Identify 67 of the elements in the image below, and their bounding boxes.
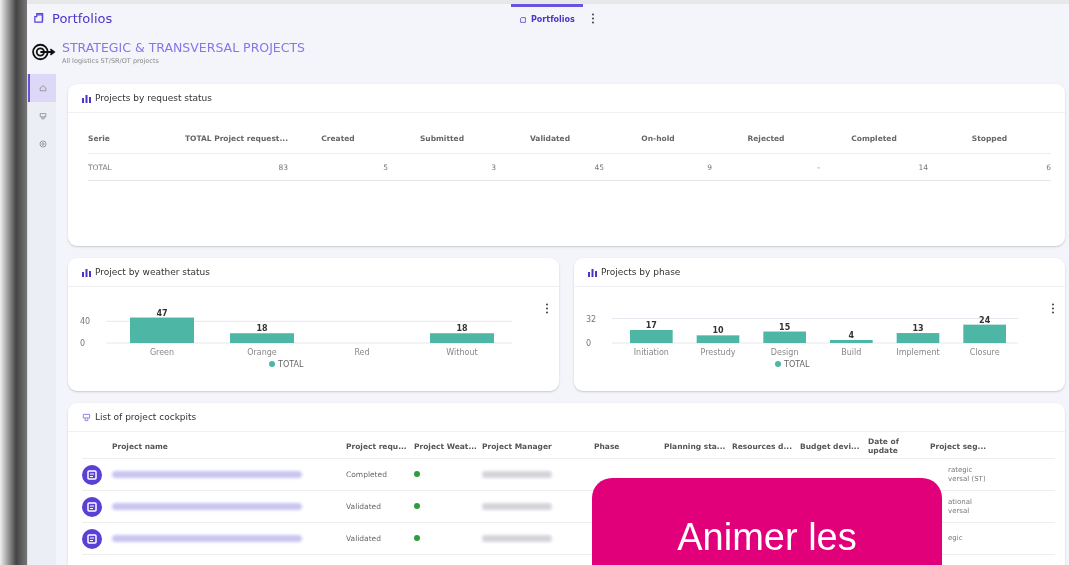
bar xyxy=(763,331,806,343)
bar xyxy=(963,324,1006,343)
blurred-link[interactable] xyxy=(112,535,302,542)
bar xyxy=(230,333,294,343)
app-title: Portfolios xyxy=(52,10,113,26)
card-title: Projects by request status xyxy=(95,93,212,103)
bar-chart-icon xyxy=(82,93,91,103)
category-label: Design xyxy=(770,348,799,357)
axis-tick: 32 xyxy=(586,314,597,324)
card-title: Projects by phase xyxy=(601,267,681,277)
bar xyxy=(430,333,494,343)
category-label: Initiation xyxy=(633,348,669,357)
bar-chart-icon xyxy=(82,267,91,277)
axis-tick: 0 xyxy=(586,339,592,348)
legend-label: TOTAL xyxy=(784,360,810,369)
help-icon xyxy=(39,140,47,148)
blurred-link[interactable] xyxy=(112,471,302,478)
category-label: Without xyxy=(446,348,478,357)
card-title: Project by weather status xyxy=(95,267,210,277)
more-icon[interactable] xyxy=(1051,303,1055,314)
blurred-text xyxy=(482,503,552,510)
value-label: 4 xyxy=(848,330,855,340)
value-label: 15 xyxy=(779,322,791,332)
more-icon[interactable] xyxy=(590,12,595,24)
category-label: Implement xyxy=(896,348,940,357)
category-label: Build xyxy=(841,348,862,357)
portfolios-tab[interactable]: Portfolios xyxy=(511,4,583,32)
value-label: 18 xyxy=(456,324,468,334)
target-arrow-icon xyxy=(32,42,56,62)
bar xyxy=(630,330,673,343)
bar-chart-icon xyxy=(588,267,597,277)
bar xyxy=(896,333,940,343)
callout-box: Animer les xyxy=(592,478,942,565)
home-icon xyxy=(39,84,47,92)
blurred-link[interactable] xyxy=(112,503,302,510)
blurred-text xyxy=(482,471,552,478)
bar xyxy=(830,339,873,343)
legend-dot xyxy=(269,361,275,367)
category-label: Orange xyxy=(247,348,277,357)
category-label: Prestudy xyxy=(700,348,736,357)
portfolio-icon xyxy=(33,11,46,25)
bar xyxy=(696,335,740,343)
axis-tick: 40 xyxy=(80,317,91,327)
value-label: 13 xyxy=(912,324,924,334)
project-icon xyxy=(82,528,102,549)
value-label: 24 xyxy=(979,315,991,325)
project-icon xyxy=(82,464,102,485)
project-icon xyxy=(82,496,102,517)
monitor-icon xyxy=(39,112,47,120)
value-label: 17 xyxy=(645,321,657,330)
cockpit-icon xyxy=(82,412,91,422)
portfolio-icon xyxy=(519,15,527,24)
portfolio-title: STRATEGIC & TRANSVERSAL PROJECTS xyxy=(62,40,306,55)
axis-tick: 0 xyxy=(80,339,86,348)
category-label: Closure xyxy=(969,348,1000,357)
category-label: Green xyxy=(149,348,175,357)
card-title: List of project cockpits xyxy=(95,412,197,422)
value-label: 10 xyxy=(712,326,724,336)
value-label: 18 xyxy=(256,324,268,334)
home-nav-item[interactable] xyxy=(28,74,56,102)
value-label: 47 xyxy=(156,308,168,318)
bar xyxy=(130,317,194,343)
more-icon[interactable] xyxy=(545,303,549,314)
legend-dot xyxy=(775,361,781,367)
legend-label: TOTAL xyxy=(278,360,304,369)
blurred-text xyxy=(482,535,552,542)
category-label: Red xyxy=(354,348,370,357)
